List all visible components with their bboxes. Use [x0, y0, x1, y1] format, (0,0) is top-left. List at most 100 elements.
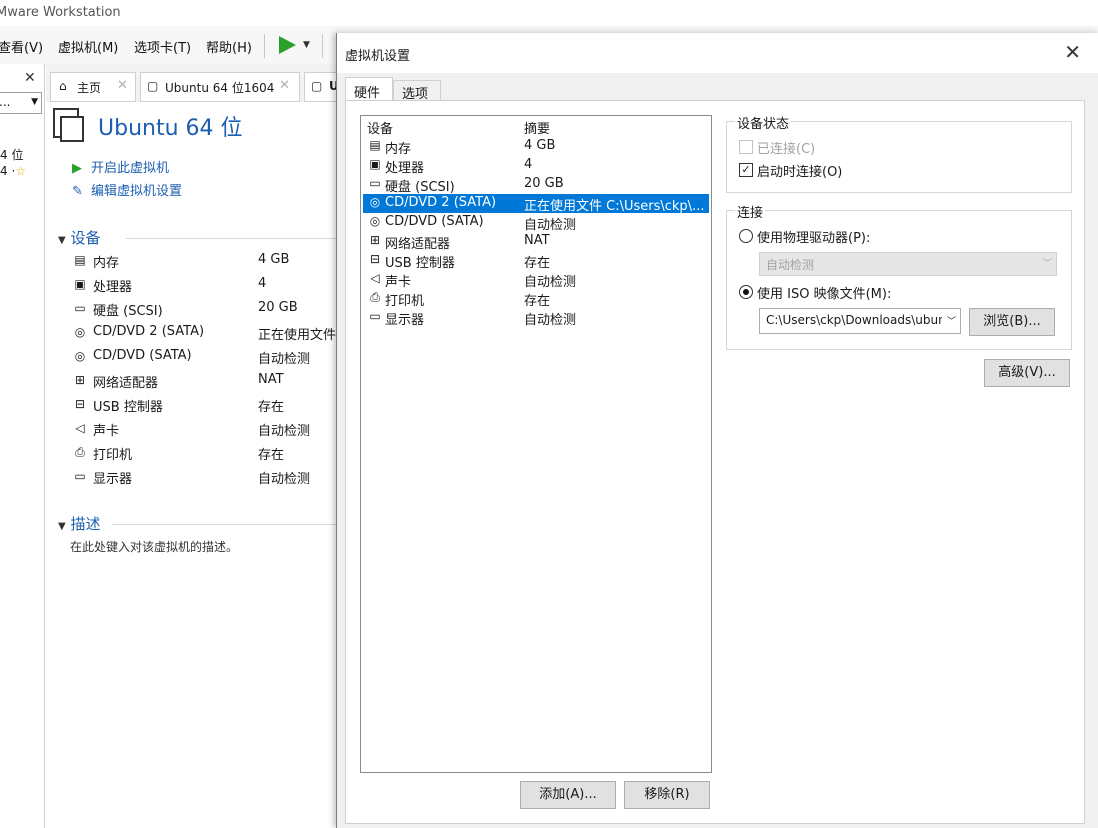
device-list-item-memory[interactable]: ▤ 内存 4 GB	[363, 137, 709, 157]
library-item[interactable]: 4 ·☆	[0, 164, 26, 178]
power-dropdown-icon[interactable]: ▼	[303, 40, 310, 50]
tab-hardware[interactable]: 硬件	[345, 77, 393, 102]
network-icon: ⊞	[369, 233, 381, 247]
window-titlebar: Mware Workstation	[0, 0, 1098, 26]
device-row-sound[interactable]: ◁ 声卡 自动检测	[72, 420, 372, 440]
browse-button[interactable]: 浏览(B)...	[969, 308, 1055, 336]
memory-icon: ▤	[369, 138, 381, 152]
chevron-down-icon[interactable]: ▼	[31, 97, 38, 107]
power-on-icon[interactable]	[276, 34, 298, 56]
menu-vm[interactable]: 虚拟机(M)	[58, 37, 118, 56]
device-row-network[interactable]: ⊞ 网络适配器 NAT	[72, 372, 372, 392]
device-row-cd-dvd[interactable]: ◎ CD/DVD (SATA) 自动检测	[72, 348, 372, 368]
device-row-cd-dvd-2[interactable]: ◎ CD/DVD 2 (SATA) 正在使用文件	[72, 324, 372, 344]
device-row-usb[interactable]: ⊟ USB 控制器 存在	[72, 396, 372, 416]
library-search-input[interactable]: ... ▼	[0, 92, 42, 114]
iso-image-label: 使用 ISO 映像文件(M):	[757, 287, 892, 302]
description-section-header[interactable]: ▼ 描述	[58, 513, 101, 534]
network-icon: ⊞	[74, 373, 86, 387]
vm-icon	[53, 108, 84, 142]
tab-options[interactable]: 选项	[393, 80, 441, 102]
device-list-item-display[interactable]: ▭ 显示器 自动检测	[363, 308, 709, 328]
device-row-memory[interactable]: ▤ 内存 4 GB	[72, 252, 372, 272]
memory-icon: ▤	[74, 253, 86, 267]
remove-device-button[interactable]: 移除(R)	[624, 781, 710, 809]
hardware-panel: 设备 摘要 ▤ 内存 4 GB ▣ 处理器 4 ▭ 硬盘 (SCSI) 20 G…	[345, 100, 1085, 824]
disk-icon: ▭	[369, 176, 381, 190]
edit-settings-icon: ✎	[72, 184, 83, 199]
library-item[interactable]: 4 位	[0, 146, 23, 163]
collapse-icon: ▼	[58, 235, 66, 246]
device-row-display[interactable]: ▭ 显示器 自动检测	[72, 468, 372, 488]
chevron-down-icon[interactable]: ﹀	[947, 314, 956, 327]
device-list-item-printer[interactable]: ⎙ 打印机 存在	[363, 289, 709, 309]
vm-icon: ▢	[147, 79, 159, 93]
dialog-title: 虚拟机设置	[345, 49, 411, 64]
iso-image-radio[interactable]	[739, 285, 753, 299]
device-list-item-sound[interactable]: ◁ 声卡 自动检测	[363, 270, 709, 290]
tab-ubuntu-1604[interactable]: ▢ Ubuntu 64 位1604 ✕	[140, 72, 300, 102]
connect-on-power-label: 启动时连接(O)	[757, 165, 843, 180]
sound-icon: ◁	[370, 271, 380, 285]
connected-label: 已连接(C)	[757, 142, 816, 157]
device-status-title: 设备状态	[735, 113, 792, 132]
cd-icon: ◎	[369, 214, 381, 228]
physical-drive-select[interactable]: 自动检测 ﹀	[759, 252, 1057, 276]
column-header-summary[interactable]: 摘要	[524, 118, 550, 137]
close-icon[interactable]: ✕	[117, 78, 128, 93]
device-row-processor[interactable]: ▣ 处理器 4	[72, 276, 372, 296]
display-icon: ▭	[74, 469, 86, 483]
column-header-device[interactable]: 设备	[367, 118, 393, 137]
cd-icon: ◎	[369, 195, 381, 209]
iso-path-input[interactable]: C:\Users\ckp\Downloads\ubun ﹀	[759, 308, 961, 334]
device-list-item-cd-dvd[interactable]: ◎ CD/DVD (SATA) 自动检测	[363, 213, 709, 233]
processor-icon: ▣	[369, 157, 381, 171]
device-list-item-network[interactable]: ⊞ 网络适配器 NAT	[363, 232, 709, 252]
menu-help[interactable]: 帮助(H)	[206, 37, 252, 56]
usb-icon: ⊟	[74, 397, 86, 411]
device-status-group: 设备状态 已连接(C) ✓ 启动时连接(O)	[726, 113, 1072, 193]
device-list-item-usb[interactable]: ⊟ USB 控制器 存在	[363, 251, 709, 271]
vm-icon: ▢	[311, 79, 323, 93]
device-row-printer[interactable]: ⎙ 打印机 存在	[72, 444, 372, 464]
connect-on-power-checkbox[interactable]: ✓	[739, 163, 753, 177]
device-list-item-cd-dvd-2[interactable]: ◎ CD/DVD 2 (SATA) 正在使用文件 C:\Users\ckp\..…	[363, 194, 709, 214]
tab-home[interactable]: ⌂ 主页 ✕	[50, 72, 136, 102]
vm-settings-dialog: 虚拟机设置 ✕ 硬件 选项 设备 摘要 ▤ 内存 4 GB ▣ 处理器 4 ▭ …	[336, 33, 1098, 828]
display-icon: ▭	[369, 309, 381, 323]
collapse-icon: ▼	[58, 521, 66, 532]
description-hint[interactable]: 在此处键入对该虚拟机的描述。	[70, 538, 238, 555]
devices-section-header[interactable]: ▼ 设备	[58, 227, 101, 248]
play-icon: ▶	[72, 161, 82, 176]
disk-icon: ▭	[74, 301, 86, 315]
processor-icon: ▣	[74, 277, 86, 291]
connected-checkbox[interactable]	[739, 140, 753, 154]
physical-drive-label: 使用物理驱动器(P):	[757, 231, 871, 246]
printer-icon: ⎙	[370, 290, 380, 304]
device-row-disk[interactable]: ▭ 硬盘 (SCSI) 20 GB	[72, 300, 372, 320]
menu-view[interactable]: 查看(V)	[0, 37, 43, 56]
cd-icon: ◎	[74, 325, 86, 339]
cd-icon: ◎	[74, 349, 86, 363]
window-title: Mware Workstation	[0, 5, 121, 20]
close-icon[interactable]: ✕	[24, 70, 36, 86]
vm-summary-page: Ubuntu 64 位 ▶ 开启此虚拟机 ✎ 编辑虚拟机设置 ▼ 设备 ▤ 内存 4…	[46, 102, 346, 828]
device-list-item-processor[interactable]: ▣ 处理器 4	[363, 156, 709, 176]
divider	[126, 238, 346, 239]
printer-icon: ⎙	[75, 445, 85, 459]
chevron-down-icon: ﹀	[1042, 259, 1052, 269]
physical-drive-radio[interactable]	[739, 229, 753, 243]
menu-tabs[interactable]: 选项卡(T)	[134, 37, 191, 56]
sound-icon: ◁	[75, 421, 85, 435]
close-icon[interactable]: ✕	[279, 78, 290, 93]
library-panel: ✕ ... ▼ 4 位 4 ·☆	[0, 64, 45, 828]
add-device-button[interactable]: 添加(A)...	[520, 781, 616, 809]
power-on-vm-link[interactable]: ▶ 开启此虚拟机	[72, 157, 169, 176]
close-icon[interactable]: ✕	[1064, 40, 1081, 64]
edit-vm-settings-link[interactable]: ✎ 编辑虚拟机设置	[72, 180, 182, 199]
usb-icon: ⊟	[369, 252, 381, 266]
advanced-button[interactable]: 高级(V)...	[984, 359, 1070, 387]
device-list-item-disk[interactable]: ▭ 硬盘 (SCSI) 20 GB	[363, 175, 709, 195]
toolbar-separator	[264, 34, 265, 58]
device-list[interactable]: 设备 摘要 ▤ 内存 4 GB ▣ 处理器 4 ▭ 硬盘 (SCSI) 20 G…	[360, 115, 712, 773]
